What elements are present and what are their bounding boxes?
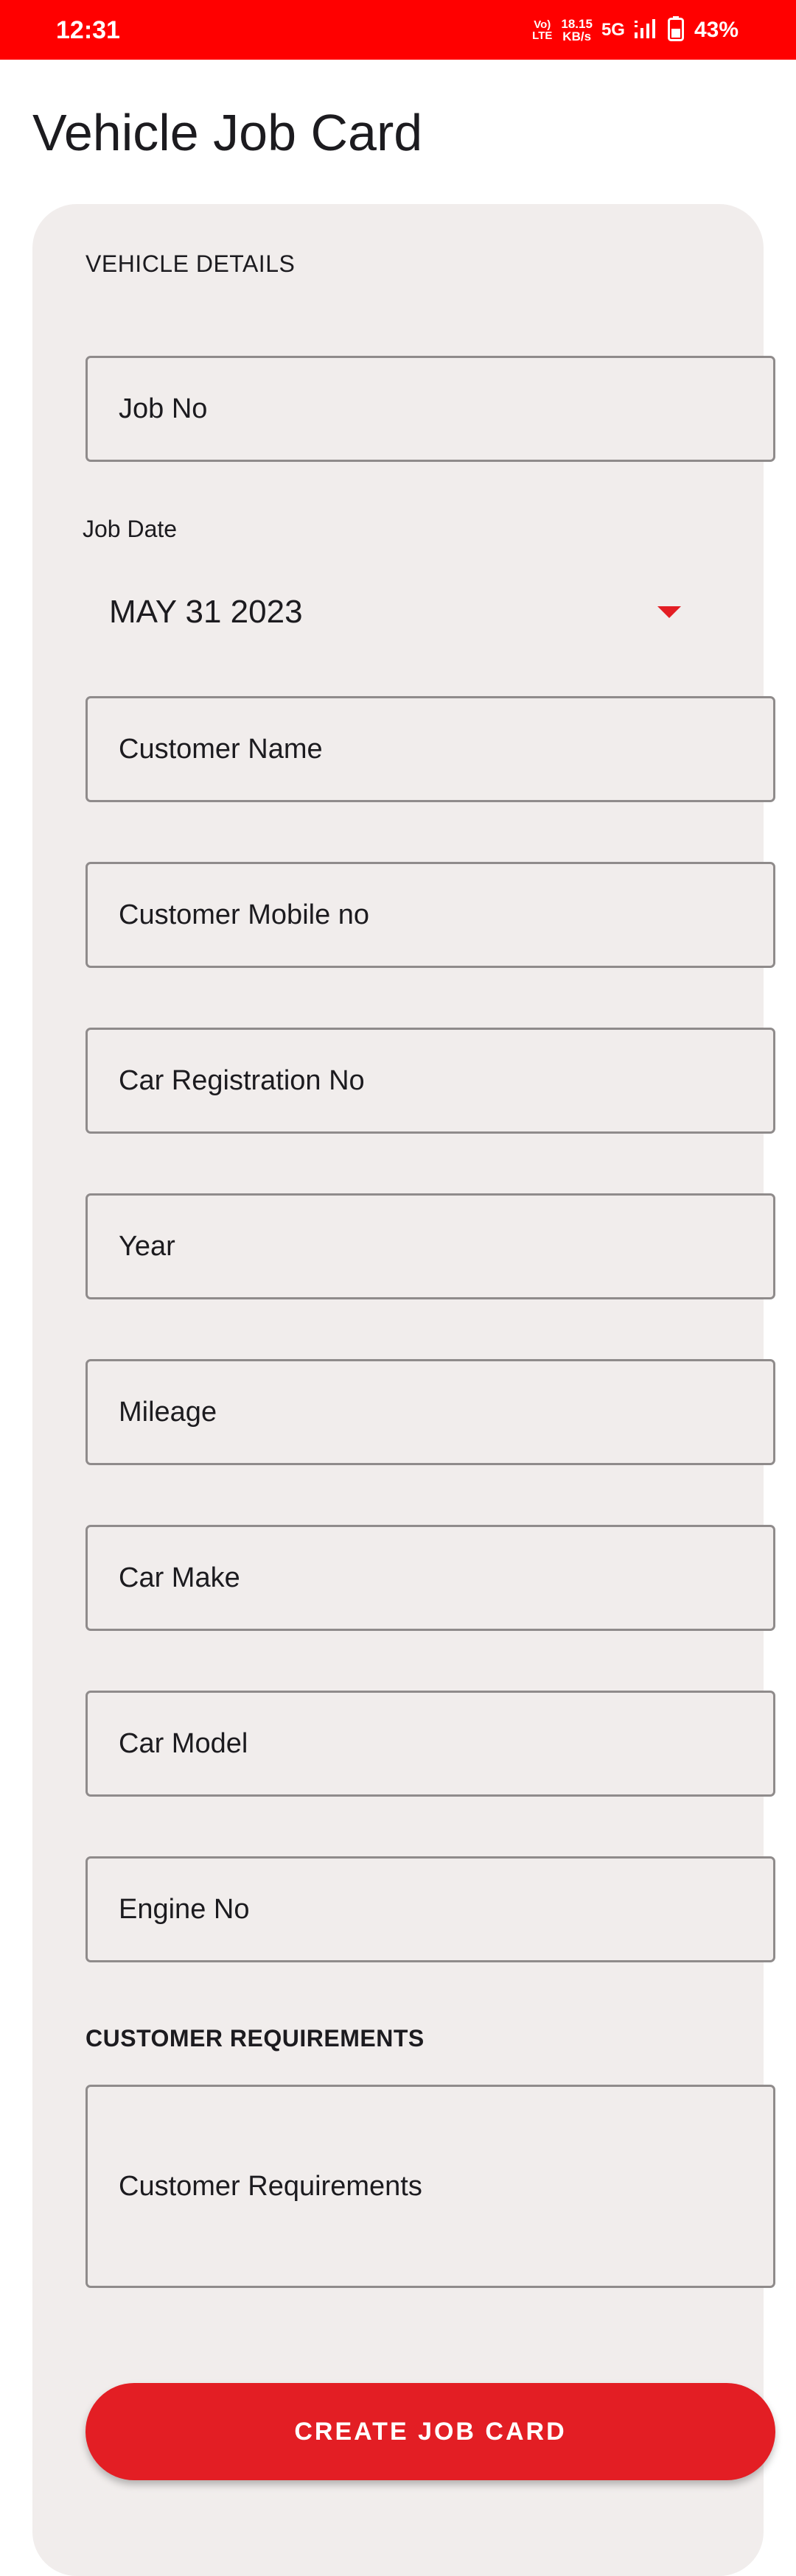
status-indicators: Vo) LTE 18.15 KB/s 5G 43%	[532, 13, 739, 47]
car-model-placeholder: Car Model	[119, 1727, 248, 1759]
engine-no-field[interactable]: Engine No	[85, 1856, 775, 1962]
mileage-placeholder: Mileage	[119, 1396, 217, 1428]
network-speed-unit: KB/s	[562, 29, 592, 43]
car-model-field[interactable]: Car Model	[85, 1691, 775, 1797]
engine-no-placeholder: Engine No	[119, 1893, 250, 1925]
signal-icon	[634, 18, 659, 43]
battery-icon	[667, 15, 684, 45]
status-bar: 12:31 Vo) LTE 18.15 KB/s 5G 43%	[0, 0, 796, 60]
customer-requirements-label: CUSTOMER REQUIREMENTS	[85, 2025, 425, 2052]
year-placeholder: Year	[119, 1230, 175, 1262]
volte-top-text: Vo)	[534, 18, 551, 31]
battery-percent: 43%	[694, 18, 739, 42]
vehicle-details-label: VEHICLE DETAILS	[85, 250, 296, 277]
dropdown-arrow-icon	[657, 606, 681, 618]
job-card-form: VEHICLE DETAILS Job No Job Date MAY 31 2…	[32, 204, 775, 2576]
car-make-field[interactable]: Car Make	[85, 1525, 775, 1631]
volte-bottom-text: LTE	[532, 29, 553, 42]
customer-name-field[interactable]: Customer Name	[85, 696, 775, 802]
create-job-card-button[interactable]: CREATE JOB CARD	[85, 2383, 775, 2480]
year-field[interactable]: Year	[85, 1193, 775, 1299]
page-title: Vehicle Job Card	[32, 104, 423, 161]
mileage-field[interactable]: Mileage	[85, 1359, 775, 1465]
network-speed: 18.15 KB/s	[561, 18, 593, 43]
job-date-value: MAY 31 2023	[109, 594, 303, 630]
car-make-placeholder: Car Make	[119, 1562, 240, 1593]
customer-requirements-placeholder: Customer Requirements	[119, 2170, 422, 2202]
status-time: 12:31	[56, 16, 120, 44]
car-registration-placeholder: Car Registration No	[119, 1064, 365, 1096]
job-no-placeholder: Job No	[119, 393, 208, 424]
job-no-field[interactable]: Job No	[85, 356, 775, 462]
customer-name-placeholder: Customer Name	[119, 733, 323, 765]
network-type: 5G	[601, 20, 625, 40]
customer-requirements-field[interactable]: Customer Requirements	[85, 2085, 775, 2288]
volte-indicator: Vo) LTE	[532, 19, 552, 41]
car-registration-field[interactable]: Car Registration No	[85, 1028, 775, 1134]
customer-mobile-field[interactable]: Customer Mobile no	[85, 862, 775, 968]
network-speed-value: 18.15	[561, 17, 593, 31]
customer-mobile-placeholder: Customer Mobile no	[119, 899, 370, 930]
job-date-picker[interactable]: MAY 31 2023	[83, 575, 687, 649]
job-date-label: Job Date	[83, 516, 178, 542]
